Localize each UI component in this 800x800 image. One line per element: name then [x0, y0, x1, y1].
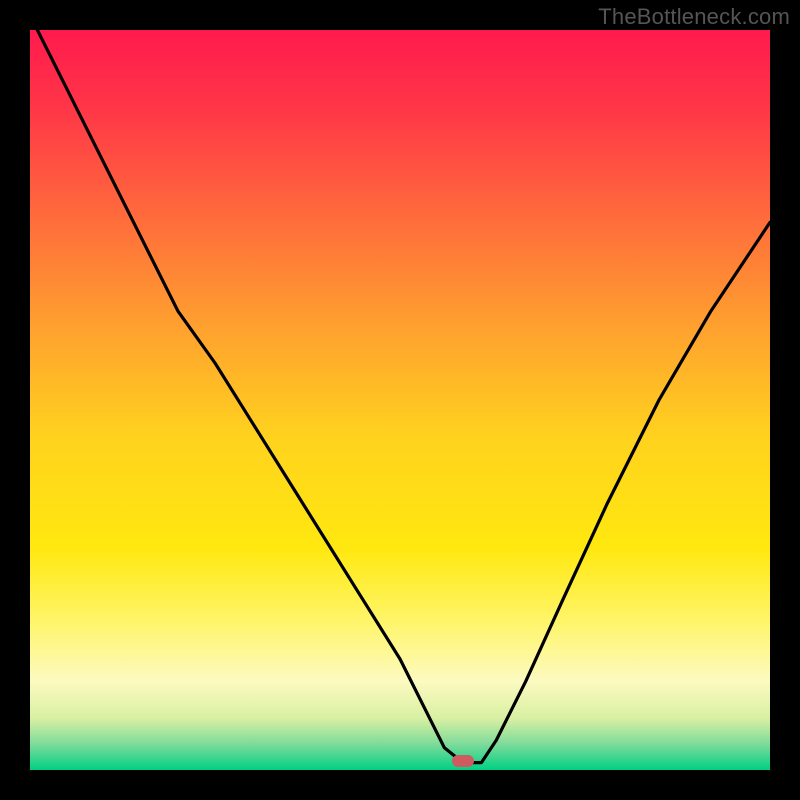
- bottleneck-curve: [30, 30, 770, 770]
- chart-container: TheBottleneck.com: [0, 0, 800, 800]
- optimal-marker: [452, 755, 474, 767]
- watermark-label: TheBottleneck.com: [598, 4, 790, 30]
- plot-area: [30, 30, 770, 770]
